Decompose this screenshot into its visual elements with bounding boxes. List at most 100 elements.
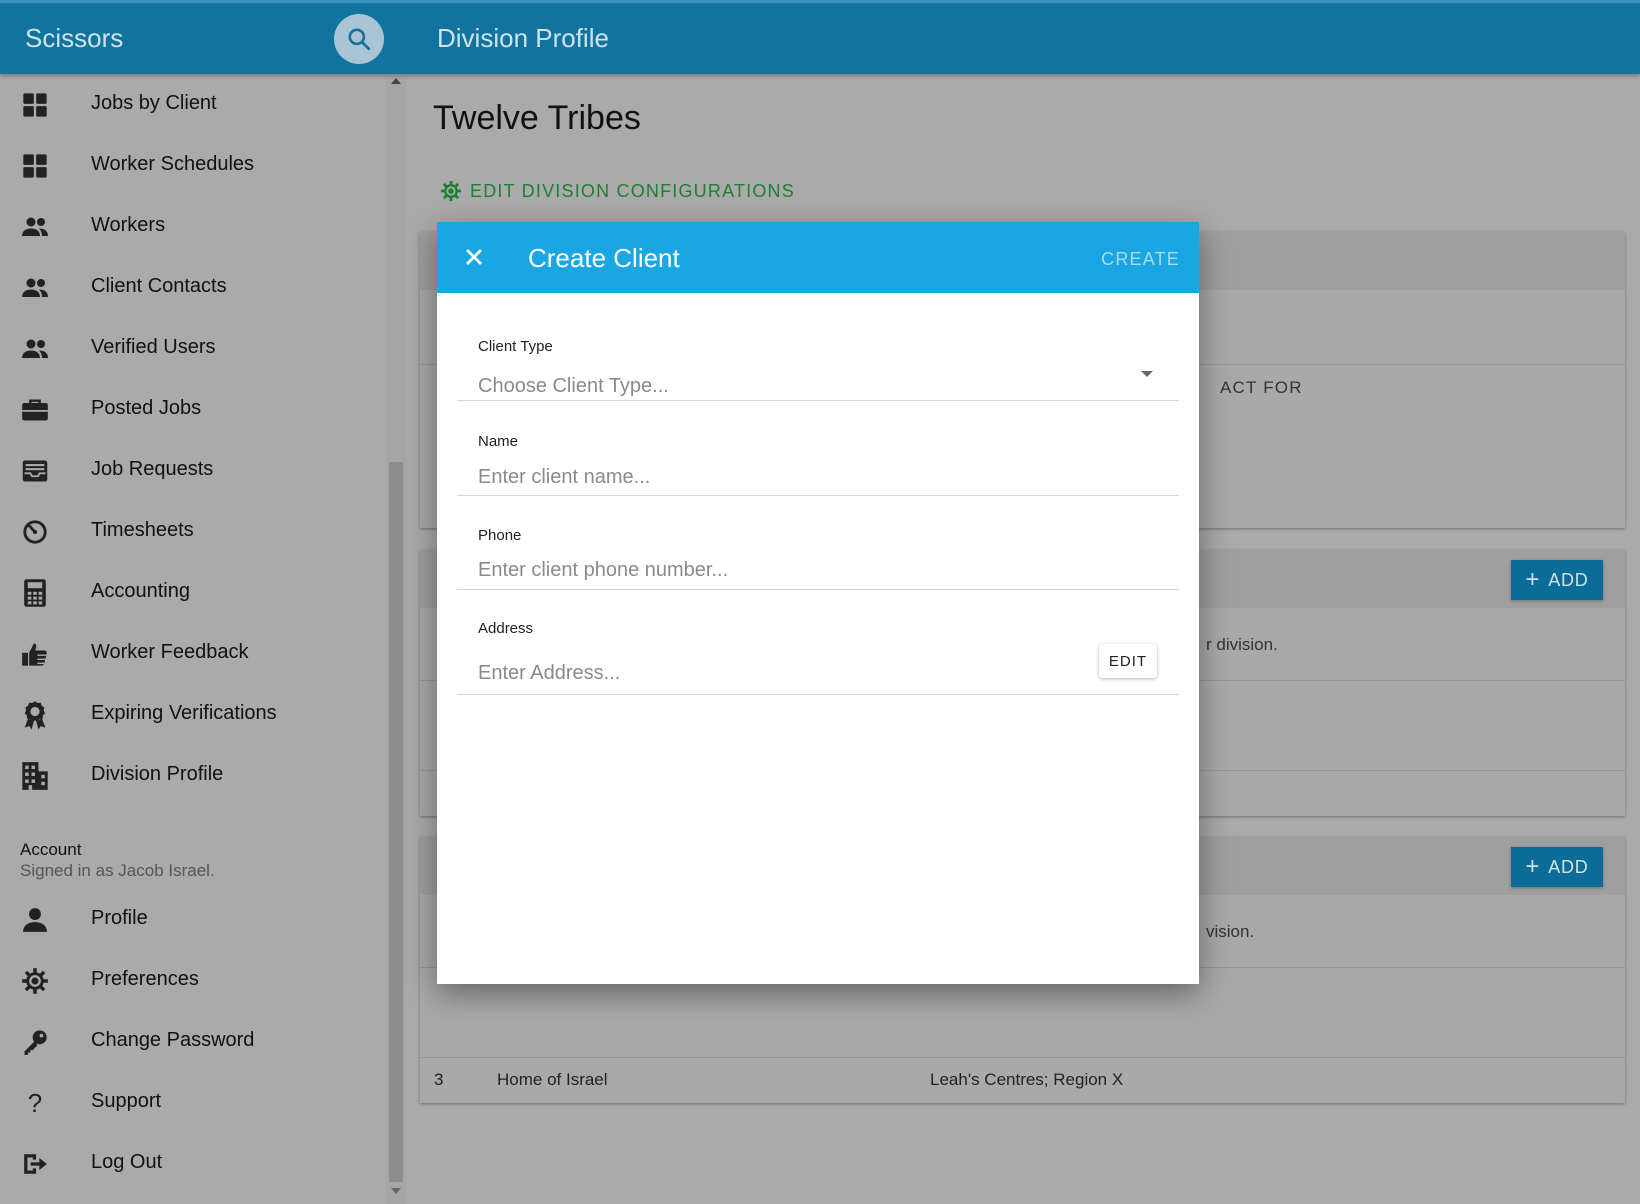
close-icon (466, 249, 482, 265)
timer-icon (20, 517, 50, 547)
sidebar-item-worker-schedules[interactable]: Worker Schedules (0, 135, 380, 196)
sidebar-item-support[interactable]: ? Support (0, 1072, 380, 1133)
table-row[interactable]: 3 Home of Israel Leah's Centres; Region … (420, 1058, 1625, 1103)
scrollbar-thumb[interactable] (389, 462, 403, 1182)
building-icon (20, 761, 50, 791)
account-section-title: Account (20, 840, 82, 859)
edit-config-label: EDIT DIVISION CONFIGURATIONS (470, 180, 795, 201)
people-icon (20, 334, 50, 364)
client-type-select[interactable]: Choose Client Type... (478, 375, 1078, 398)
search-button[interactable] (334, 14, 384, 64)
name-input[interactable] (478, 466, 1078, 489)
signed-in-text: Signed in as Jacob Israel. (20, 861, 215, 880)
sidebar-item-label: Timesheets (91, 519, 194, 541)
calculator-icon (20, 578, 50, 608)
sidebar-scrollbar[interactable] (386, 76, 406, 1204)
sidebar-item-posted-jobs[interactable]: Posted Jobs (0, 379, 380, 440)
grid-icon (20, 151, 50, 181)
close-button[interactable] (459, 242, 489, 272)
logout-icon (20, 1149, 50, 1179)
sidebar-item-label: Posted Jobs (91, 397, 202, 419)
chevron-down-icon[interactable] (1141, 371, 1153, 377)
sidebar-item-label: Worker Schedules (91, 153, 255, 175)
sidebar-item-division-profile[interactable]: Division Profile (0, 745, 380, 806)
sidebar-item-log-out[interactable]: Log Out (0, 1133, 380, 1194)
sidebar-item-accounting[interactable]: Accounting (0, 562, 380, 623)
search-icon (348, 28, 371, 51)
gear-icon (20, 966, 50, 996)
page-title: Division Profile (437, 23, 609, 53)
app-bar: Scissors Division Profile (0, 0, 1640, 74)
sidebar-item-label: Expiring Verifications (91, 702, 277, 724)
sidebar-item-label: Support (91, 1090, 162, 1112)
thumbs-up-icon (20, 639, 50, 669)
sidebar-item-label: Job Requests (91, 458, 214, 480)
row-name: Home of Israel (497, 1070, 608, 1089)
sidebar-item-label: Accounting (91, 580, 190, 602)
phone-input[interactable] (478, 559, 1078, 582)
phone-label: Phone (478, 527, 522, 544)
sidebar-item-profile[interactable]: Profile (0, 889, 380, 950)
address-input[interactable] (478, 662, 1078, 685)
row-number: 3 (434, 1070, 444, 1089)
sidebar-item-workers[interactable]: Workers (0, 196, 380, 257)
sidebar-item-label: Preferences (91, 968, 199, 990)
sidebar-item-expiring-verifications[interactable]: Expiring Verifications (0, 684, 380, 745)
card-description: vision. (1206, 922, 1255, 941)
key-icon (20, 1027, 50, 1057)
edit-address-button[interactable]: EDIT (1099, 644, 1157, 678)
sidebar-item-label: Worker Feedback (91, 641, 249, 663)
add-button-label: ADD (1548, 569, 1589, 590)
phone-field[interactable]: Phone (457, 495, 1179, 590)
sidebar-item-client-contacts[interactable]: Client Contacts (0, 257, 380, 318)
add-button-label: ADD (1548, 856, 1589, 877)
sidebar-item-timesheets[interactable]: Timesheets (0, 501, 380, 562)
sidebar-item-label: Profile (91, 907, 148, 929)
sidebar-item-label: Client Contacts (91, 275, 227, 297)
client-type-label: Client Type (478, 338, 553, 355)
row-regions: Leah's Centres; Region X (930, 1070, 1124, 1089)
sidebar-item-label: Jobs by Client (91, 92, 217, 114)
division-title: Twelve Tribes (433, 99, 641, 137)
sidebar-item-label: Division Profile (91, 763, 224, 785)
dialog-header: Create Client CREATE (437, 222, 1199, 293)
sidebar-item-label: Change Password (91, 1029, 255, 1051)
name-field[interactable]: Name (457, 400, 1179, 496)
sidebar-item-verified-users[interactable]: Verified Users (0, 318, 380, 379)
sidebar: Jobs by Client Worker Schedules Workers … (0, 74, 386, 1204)
people-icon (20, 212, 50, 242)
question-icon: ? (27, 1087, 43, 1118)
inbox-icon (20, 456, 50, 486)
address-field[interactable]: Address EDIT (457, 589, 1179, 695)
sidebar-item-job-requests[interactable]: Job Requests (0, 440, 380, 501)
gear-icon (440, 180, 462, 202)
app-brand[interactable]: Scissors (25, 23, 123, 54)
card-description: r division. (1206, 635, 1278, 654)
sidebar-item-label: Workers (91, 214, 166, 236)
sidebar-item-change-password[interactable]: Change Password (0, 1011, 380, 1072)
dialog-title: Create Client (528, 243, 680, 273)
sidebar-item-label: Log Out (91, 1151, 163, 1173)
plus-icon: + (1525, 566, 1541, 593)
name-label: Name (478, 433, 519, 450)
sidebar-item-jobs-by-client[interactable]: Jobs by Client (0, 74, 380, 135)
client-type-field[interactable]: Client Type Choose Client Type... (457, 293, 1179, 401)
create-client-dialog: Create Client CREATE Client Type Choose … (437, 222, 1199, 984)
sidebar-item-worker-feedback[interactable]: Worker Feedback (0, 623, 380, 684)
person-icon (20, 905, 50, 935)
sidebar-item-preferences[interactable]: Preferences (0, 950, 380, 1011)
add-button[interactable]: + ADD (1511, 847, 1603, 887)
sidebar-item-label: Verified Users (91, 336, 216, 358)
plus-icon: + (1525, 853, 1541, 880)
card-column-header: ACT FOR (1220, 378, 1303, 397)
edit-division-configurations-button[interactable]: EDIT DIVISION CONFIGURATIONS (440, 180, 795, 202)
create-button[interactable]: CREATE (1101, 249, 1180, 270)
add-button[interactable]: + ADD (1511, 560, 1603, 600)
people-icon (20, 273, 50, 303)
scroll-up-arrow-icon[interactable] (391, 78, 401, 84)
grid-icon (20, 90, 50, 120)
address-label: Address (478, 620, 534, 637)
scroll-down-arrow-icon[interactable] (391, 1188, 401, 1194)
award-icon (20, 700, 50, 730)
briefcase-icon (20, 395, 50, 425)
